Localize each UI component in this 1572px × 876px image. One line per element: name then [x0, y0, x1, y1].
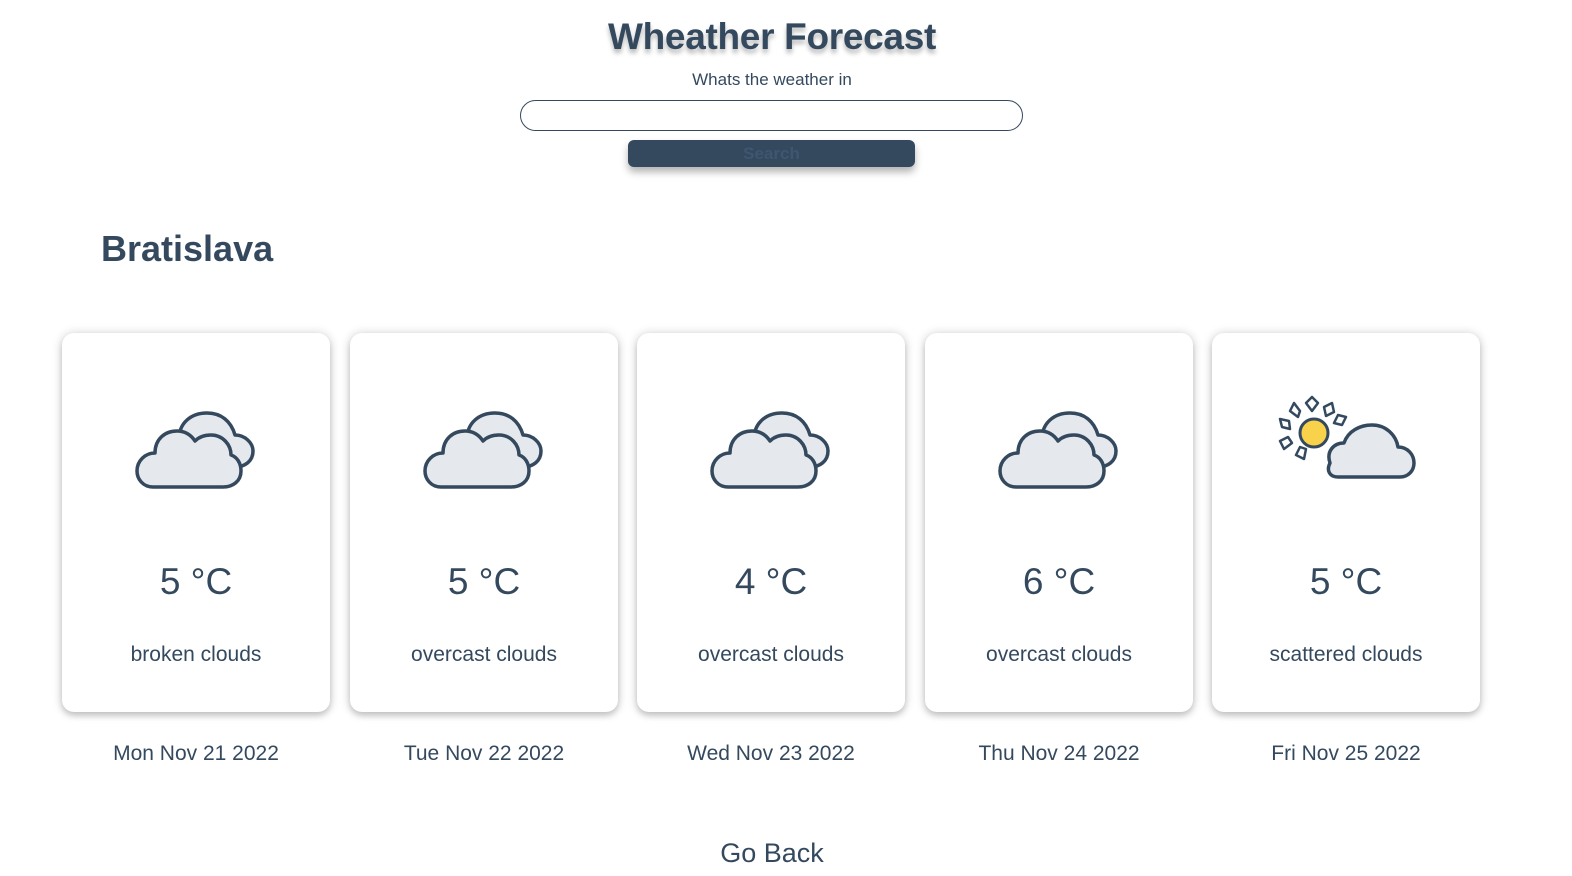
forecast-card: 5 °C scattered clouds	[1212, 333, 1480, 712]
city-heading: Bratislava	[101, 228, 274, 269]
forecast-date: Wed Nov 23 2022	[687, 742, 855, 765]
weather-description: scattered clouds	[1269, 643, 1423, 666]
forecast-date: Fri Nov 25 2022	[1271, 742, 1421, 765]
temperature: 4 °C	[734, 561, 808, 602]
overcast-clouds-icon	[710, 411, 830, 489]
weather-page: Wheather Forecast Whats the weather in S…	[0, 0, 1572, 876]
overcast-clouds-icon	[423, 411, 543, 489]
search-button[interactable]: Search	[628, 140, 915, 167]
forecast-date: Thu Nov 24 2022	[978, 742, 1140, 765]
forecast-date: Mon Nov 21 2022	[113, 742, 279, 765]
temperature: 6 °C	[1022, 561, 1096, 602]
weather-description: overcast clouds	[411, 643, 557, 666]
page-title: Wheather Forecast	[608, 16, 936, 57]
city-search-input[interactable]	[520, 100, 1023, 131]
forecast-day: 4 °C overcast clouds Wed Nov 23 2022	[637, 333, 905, 766]
weather-description: overcast clouds	[986, 643, 1132, 666]
forecast-list: 5 °C broken clouds Mon Nov 21 2022 5 °C …	[62, 333, 1482, 773]
temperature: 5 °C	[159, 561, 233, 602]
temperature: 5 °C	[447, 561, 521, 602]
forecast-date: Tue Nov 22 2022	[403, 742, 565, 765]
forecast-day: 5 °C broken clouds Mon Nov 21 2022	[62, 333, 330, 766]
forecast-day: 5 °C scattered clouds Fri Nov 25 2022	[1212, 333, 1480, 766]
temperature: 5 °C	[1309, 561, 1383, 602]
forecast-card: 4 °C overcast clouds	[637, 333, 905, 712]
weather-description: overcast clouds	[698, 643, 844, 666]
broken-clouds-icon	[135, 411, 255, 489]
forecast-card: 5 °C broken clouds	[62, 333, 330, 712]
forecast-day: 5 °C overcast clouds Tue Nov 22 2022	[350, 333, 618, 766]
go-back-link[interactable]: Go Back	[0, 838, 1544, 869]
scattered-clouds-icon	[1278, 395, 1416, 479]
forecast-day: 6 °C overcast clouds Thu Nov 24 2022	[925, 333, 1193, 766]
forecast-card: 6 °C overcast clouds	[925, 333, 1193, 712]
forecast-card: 5 °C overcast clouds	[350, 333, 618, 712]
overcast-clouds-icon	[998, 411, 1118, 489]
search-prompt-label: Whats the weather in	[692, 70, 852, 89]
weather-description: broken clouds	[130, 643, 262, 666]
